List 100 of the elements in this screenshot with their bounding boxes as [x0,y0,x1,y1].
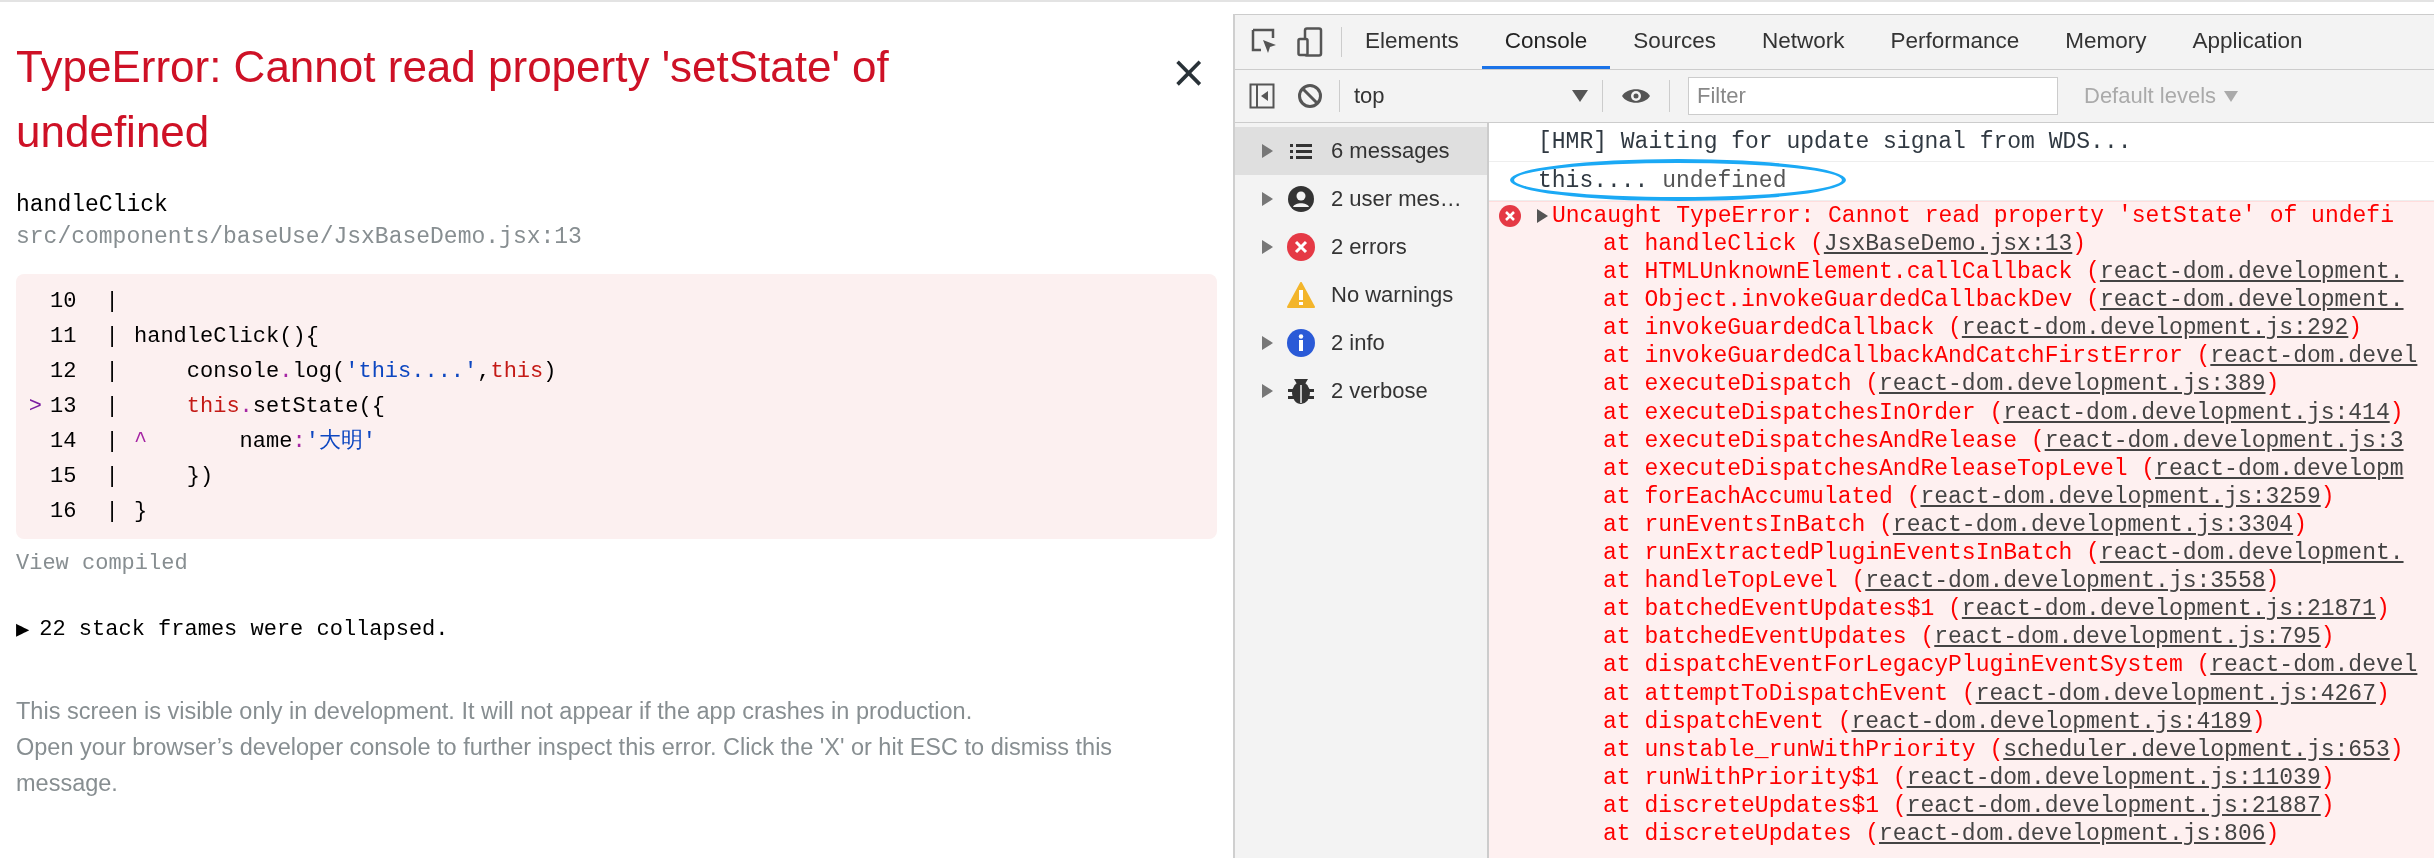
filter-field[interactable]: Filter [1688,77,2058,115]
source-link[interactable]: react-dom.development.js:292 [1961,315,2349,342]
stack-frame-text: at dispatchEventForLegacyPluginEventSystem ( [1603,652,2211,679]
source-link[interactable]: react-dom.development.js:21871 [1961,596,2376,623]
line-number: 15 [50,463,78,491]
source-link[interactable]: scheduler.development.js:653 [2003,736,2390,763]
console-log-text: this.... [1538,168,1649,194]
clear-console-icon[interactable] [1297,83,1323,109]
line-number: 13 [50,393,78,421]
sidebar-item[interactable]: 6 messages [1235,127,1487,175]
stack-frame-text: at invokeGuardedCallback ( [1603,315,1962,342]
warning-icon [1287,282,1315,308]
source-link[interactable]: react-dom.devel [2210,652,2418,679]
devtools-tab[interactable]: Application [2169,15,2326,69]
context-dropdown[interactable]: top [1340,70,1602,122]
caret-icon [2224,90,2239,102]
bug-icon [1288,377,1314,405]
gutter-separator-text: | [104,393,120,421]
sidebar-item[interactable]: 2 errors [1235,223,1487,271]
stack-frame-text: ) [2375,680,2390,707]
error-title: TypeError: Cannot read property 'setState' of undefined [16,41,890,158]
source-link[interactable]: react-dom.developm [2155,455,2404,482]
source-link[interactable]: react-dom.development.js:795 [1934,624,2321,651]
stack-frame-text: at executeDispatchesAndRelease ( [1603,427,2045,454]
stack-frame-text: ) [2389,399,2404,426]
stack-frame-text: at runWithPriority$1 ( [1603,764,1907,791]
source-link[interactable]: react-dom.development.js:389 [1879,371,2266,398]
context-label: top [1354,83,1385,109]
code-text: this.setState({ [185,393,385,421]
stack-frame-text: at executeDispatch ( [1603,371,1880,398]
source-link[interactable]: react-dom.devel [2210,343,2418,370]
expand-arrow-icon[interactable] [1537,209,1548,223]
line-pointer: > [27,393,43,421]
source-link[interactable]: react-dom.development.js:414 [2003,399,2390,426]
gutter-separator-text: | [104,463,120,491]
stack-frame-text: ) [2265,371,2280,398]
line-number: 11 [50,323,78,351]
caret-icon [1572,90,1588,102]
sidebar-item[interactable]: No warnings [1235,271,1487,319]
stack-frame-text: at handleClick ( [1603,231,1824,257]
expand-arrow-icon[interactable] [1261,240,1273,254]
gutter-separator-text: | [104,288,120,316]
gutter-separator-text: | [104,498,120,526]
source-link[interactable]: react-dom.development.js:3304 [1892,511,2294,538]
source-link[interactable]: react-dom.development.js:806 [1879,820,2266,847]
close-button[interactable]: × [1170,50,1207,94]
info-icon [1287,329,1315,357]
collapsed-frames-text[interactable]: 22 stack frames were collapsed. [39,617,449,642]
sidebar-item[interactable]: 2 verbose [1235,367,1487,415]
list-icon [1290,143,1312,159]
expand-arrow-icon[interactable] [1261,384,1273,398]
stack-frame-text: at invokeGuardedCallbackAndCatchFirstError ( [1603,343,2211,370]
stack-frame-text: at discreteUpdates ( [1603,820,1880,847]
collapse-arrow-icon[interactable]: ▶ [16,616,30,643]
stack-frame-text: ) [2389,736,2404,763]
source-link[interactable]: react-dom.development.js:4267 [1975,680,2376,707]
stack-frame-text: at runExtractedPluginEventsInBatch ( [1603,540,2100,567]
source-link[interactable]: react-dom.development. [2099,287,2404,314]
stack-frame-text: ) [2320,624,2335,651]
sidebar-toggle-icon[interactable] [1249,83,1275,109]
stack-frame-text: at unstable_runWithPriority ( [1603,736,2004,763]
eye-icon[interactable] [1621,86,1651,106]
error-icon [1287,233,1315,261]
gutter-separator-text: | [104,428,120,456]
stack-frame-text: at executeDispatchesInOrder ( [1603,399,2004,426]
code-text: } [134,498,148,526]
console-log-text: [HMR] Waiting for update signal from WDS... [1538,129,2132,155]
devtools-tab[interactable]: Performance [1867,15,2043,69]
stack-frame-text: at attemptToDispatchEvent ( [1603,680,1976,707]
stack-frame-text: ) [2072,231,2087,257]
sidebar-item[interactable]: 2 info [1235,319,1487,367]
line-number: 10 [50,288,78,316]
devtools-tab[interactable]: Memory [2042,15,2170,69]
source-link[interactable]: react-dom.development.js:11039 [1906,764,2321,791]
error-icon [1499,205,1521,227]
stack-frame-text: at batchedEventUpdates$1 ( [1603,596,1962,623]
source-link[interactable]: react-dom.development.js:21887 [1906,792,2321,819]
footer-text: Open your browser’s developer console to further inspect this error. Click the 'X' or hit ESC to dismiss this message. [16,733,1114,798]
expand-arrow-icon[interactable] [1261,336,1273,350]
stack-frame-text: ) [2265,820,2280,847]
source-link[interactable]: react-dom.development.js:4189 [1851,708,2252,735]
stack-frame-text: at runEventsInBatch ( [1603,511,1893,538]
source-link[interactable]: react-dom.development. [2099,259,2404,286]
expand-arrow-icon[interactable] [1261,144,1273,158]
devtools-tab[interactable]: Elements [1342,15,1482,69]
sidebar-item[interactable]: 2 user mes… [1235,175,1487,223]
devtools-tab[interactable]: Network [1738,15,1868,69]
stack-frame-text: at dispatchEvent ( [1603,708,1852,735]
devtools-tab[interactable]: Sources [1610,15,1739,69]
stack-frame-text: at discreteUpdates$1 ( [1603,792,1907,819]
stack-frame-text: ) [2320,792,2335,819]
source-link[interactable]: react-dom.development.js:3259 [1920,483,2321,510]
source-link[interactable]: react-dom.development.js:3 [2044,427,2404,454]
source-link[interactable]: JsxBaseDemo.jsx:13 [1823,231,2073,257]
line-number: 12 [50,358,78,386]
source-link[interactable]: react-dom.development. [2099,540,2404,567]
stack-frame-text: ) [2348,315,2363,342]
device-toolbar-icon[interactable] [1297,27,1323,57]
expand-arrow-icon[interactable] [1261,192,1273,206]
source-link[interactable]: react-dom.development.js:3558 [1865,568,2266,595]
